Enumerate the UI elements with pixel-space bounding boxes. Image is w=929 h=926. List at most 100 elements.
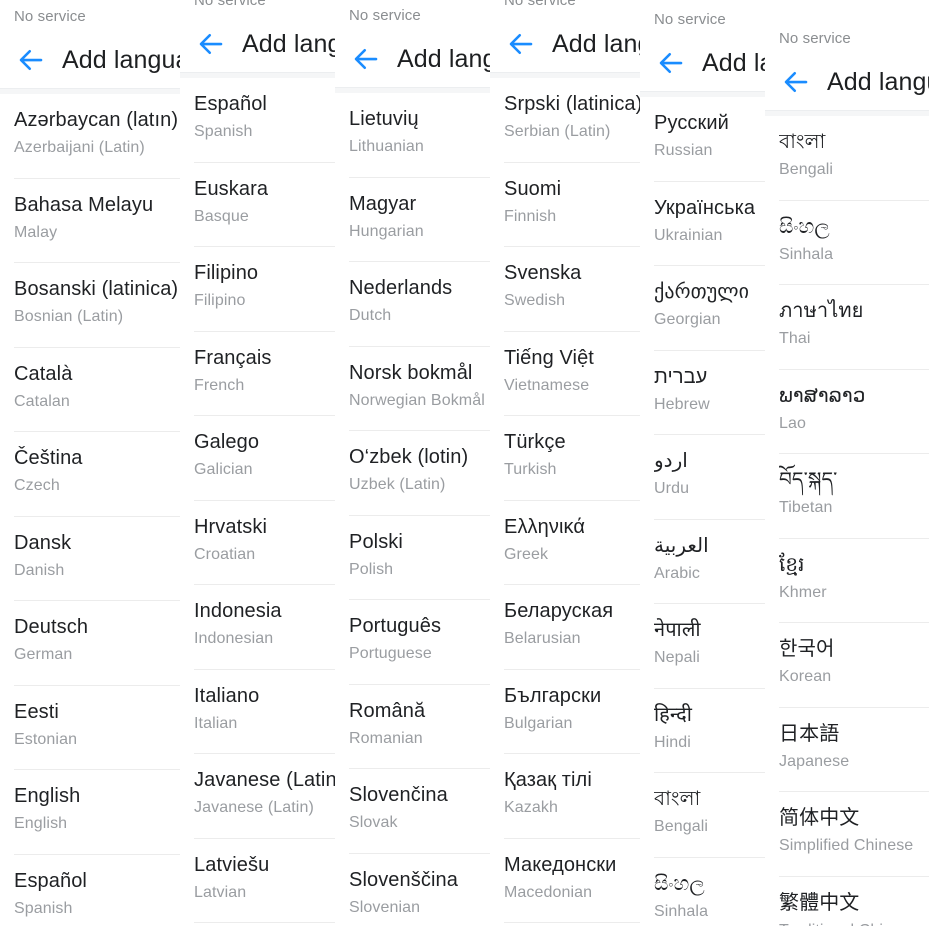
language-native-name: Filipino bbox=[194, 262, 259, 284]
language-list-item[interactable]: Беларуская Belarusian bbox=[504, 585, 640, 670]
language-native-name: Azərbaycan (latın) bbox=[14, 109, 179, 131]
language-list-item[interactable]: 日本語 Japanese bbox=[779, 708, 929, 792]
language-native-name: ພາສາລາວ bbox=[779, 384, 866, 407]
language-list-item[interactable]: Ελληνικά Greek bbox=[504, 501, 640, 585]
language-native-name: বাংলা bbox=[779, 131, 826, 153]
language-list-item[interactable]: Lietuvių Lithuanian bbox=[349, 93, 490, 178]
language-list-item[interactable]: हिन्दी Hindi bbox=[654, 689, 765, 773]
language-list-item[interactable]: Filipino Filipino bbox=[194, 247, 335, 332]
language-list-item[interactable]: Srpski (latinica) Serbian (Latin) bbox=[504, 78, 640, 163]
language-list-item[interactable]: العربية Arabic bbox=[654, 520, 765, 604]
language-english-name: Uzbek (Latin) bbox=[349, 476, 446, 493]
back-button[interactable] bbox=[779, 65, 813, 99]
language-list-item[interactable]: Українська Ukrainian bbox=[654, 182, 765, 266]
language-list-item[interactable]: Slovenčina Slovak bbox=[349, 769, 490, 854]
language-list-item[interactable]: Português Portuguese bbox=[349, 600, 490, 685]
language-english-name: Malay bbox=[14, 223, 58, 241]
phone-screenshot-column-3: No service Add language Lietuvių Lithuanian… bbox=[335, 0, 490, 926]
language-list-item[interactable]: Polski Polish bbox=[349, 516, 490, 600]
language-list-item[interactable]: বাংলা Bengali bbox=[654, 773, 765, 858]
back-button[interactable] bbox=[194, 27, 228, 61]
language-native-name: বাংলা bbox=[654, 788, 701, 810]
language-list-item[interactable]: 简体中文 Simplified Chinese bbox=[779, 792, 929, 877]
language-list-item[interactable]: Javanese (Latin) Javanese (Latin) bbox=[194, 754, 335, 839]
phone-screenshot-column-2: No service Add language Español Spanish Eusk… bbox=[180, 0, 335, 926]
language-list-item[interactable]: 繁體中文 Traditional Chinese bbox=[779, 877, 929, 926]
language-list-item[interactable]: ภาษาไทย Thai bbox=[779, 285, 929, 370]
language-list-item[interactable]: Slovenščina Slovenian bbox=[349, 854, 490, 926]
language-list-item[interactable]: Italiano Italian bbox=[194, 670, 335, 754]
language-list-item[interactable]: Bahasa Melayu Malay bbox=[14, 179, 180, 263]
language-list-item[interactable]: Indonesia Indonesian bbox=[194, 585, 335, 670]
language-list-item[interactable]: Македонски Macedonian bbox=[504, 839, 640, 923]
phone-screenshot-column-4: No serviceAdd languageSrpski (latinica)S… bbox=[490, 0, 640, 926]
language-native-name: עברית bbox=[654, 365, 708, 388]
language-list-item[interactable]: བོད་སྐད་ Tibetan bbox=[779, 454, 929, 539]
language-list-item[interactable]: Deutsch German bbox=[14, 601, 180, 686]
language-list-item[interactable]: Қазақ тілі Kazakh bbox=[504, 754, 640, 839]
language-list-item[interactable]: Română Romanian bbox=[349, 685, 490, 769]
language-native-name: Català bbox=[14, 362, 73, 385]
page-title: Add language bbox=[827, 67, 929, 96]
language-list-item[interactable]: Azərbaycan (latın) Azerbaijani (Latin) bbox=[14, 94, 180, 179]
language-english-name: Czech bbox=[14, 477, 60, 494]
language-list-item[interactable]: नेपाली Nepali bbox=[654, 604, 765, 689]
language-native-name: Eesti bbox=[14, 700, 59, 723]
language-list-item[interactable]: Türkçe Turkish bbox=[504, 416, 640, 501]
language-native-name: Indonesia bbox=[194, 600, 282, 622]
app-bar: Add language bbox=[490, 16, 640, 73]
language-english-name: Hindi bbox=[654, 733, 691, 751]
language-list-item[interactable]: Български Bulgarian bbox=[504, 670, 640, 754]
language-native-name: Norsk bokmål bbox=[349, 361, 473, 384]
language-list-item[interactable]: සිංහල Sinhala bbox=[654, 858, 765, 926]
language-english-name: Bulgarian bbox=[504, 714, 573, 732]
language-list-item[interactable]: Dansk Danish bbox=[14, 517, 180, 601]
language-list-item[interactable]: Čeština Czech bbox=[14, 432, 180, 517]
back-button[interactable] bbox=[504, 27, 538, 61]
app-bar: Add language bbox=[335, 31, 490, 88]
language-list-item[interactable]: O‘zbek (lotin) Uzbek (Latin) bbox=[349, 431, 490, 516]
language-list-item[interactable]: Magyar Hungarian bbox=[349, 178, 490, 262]
arrow-left-icon bbox=[351, 44, 381, 74]
language-list-item[interactable]: Hrvatski Croatian bbox=[194, 501, 335, 585]
app-bar: Add language bbox=[180, 16, 335, 73]
language-list-item[interactable]: 한국어 Korean bbox=[779, 623, 929, 708]
language-list-item[interactable]: Norsk bokmål Norwegian Bokmål bbox=[349, 347, 490, 431]
language-native-name: Қазақ тілі bbox=[504, 769, 592, 791]
language-list-item[interactable]: Bosanski (latinica) Bosnian (Latin) bbox=[14, 263, 180, 348]
language-list-item[interactable]: සිංහල Sinhala bbox=[779, 201, 929, 285]
language-english-name: Filipino bbox=[194, 292, 246, 309]
language-list-item[interactable]: Latviešu Latvian bbox=[194, 839, 335, 923]
language-list-item[interactable]: Français French bbox=[194, 332, 335, 416]
language-list-item[interactable]: বাংলা Bengali bbox=[779, 116, 929, 201]
language-list-item[interactable]: Svenska Swedish bbox=[504, 247, 640, 332]
back-button[interactable] bbox=[654, 46, 688, 80]
language-english-name: Sinhala bbox=[779, 245, 834, 263]
back-button[interactable] bbox=[349, 42, 383, 76]
language-list-item[interactable]: Euskara Basque bbox=[194, 163, 335, 247]
language-list-item[interactable]: English English bbox=[14, 770, 180, 855]
language-list-item[interactable]: ქართული Georgian bbox=[654, 266, 765, 351]
language-list-item[interactable]: Suomi Finnish bbox=[504, 163, 640, 247]
language-list-item[interactable]: ພາສາລາວ Lao bbox=[779, 370, 929, 454]
language-native-name: Slovenčina bbox=[349, 784, 448, 806]
language-native-name: Italiano bbox=[194, 684, 260, 707]
language-list-item[interactable]: Galego Galician bbox=[194, 416, 335, 501]
language-native-name: 한국어 bbox=[779, 638, 835, 660]
language-native-name: ქართული bbox=[654, 281, 750, 303]
language-native-name: Español bbox=[194, 93, 267, 115]
language-list-item[interactable]: Русский Russian bbox=[654, 97, 765, 182]
language-list-item[interactable]: Eesti Estonian bbox=[14, 686, 180, 770]
carrier-status-label: No service bbox=[14, 7, 86, 25]
language-list-item[interactable]: Español Spanish bbox=[14, 855, 180, 926]
language-list: Español Spanish Euskara Basque Filipino Filip… bbox=[180, 78, 335, 923]
language-list-item[interactable]: Tiếng Việt Vietnamese bbox=[504, 332, 640, 416]
language-list-item[interactable]: Català Catalan bbox=[14, 348, 180, 432]
language-list-item[interactable]: עברית Hebrew bbox=[654, 351, 765, 435]
language-native-name: Latviešu bbox=[194, 853, 270, 876]
language-list-item[interactable]: اردو Urdu bbox=[654, 435, 765, 520]
language-list-item[interactable]: ខ្មែរ Khmer bbox=[779, 539, 929, 623]
language-list-item[interactable]: Nederlands Dutch bbox=[349, 262, 490, 347]
language-list-item[interactable]: Español Spanish bbox=[194, 78, 335, 163]
back-button[interactable] bbox=[14, 43, 48, 77]
